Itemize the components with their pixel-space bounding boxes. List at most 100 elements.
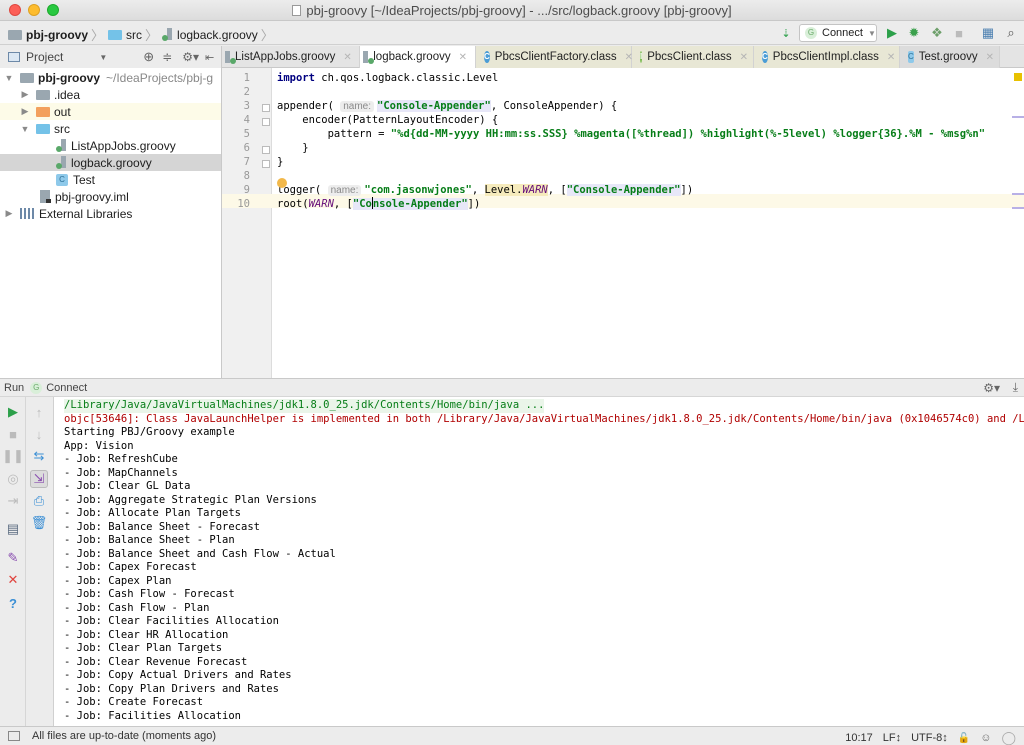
module-icon	[20, 72, 34, 83]
groovy-file-icon	[56, 156, 66, 169]
tree-item-pbj-groovy[interactable]: ▼ pbj-groovy ~/IdeaProjects/pbj-g	[0, 69, 221, 86]
line-number: 8	[243, 170, 250, 182]
breadcrumb-item-file[interactable]: logback.groovy	[162, 28, 258, 42]
tab-pbcsclient[interactable]: I PbcsClient.class ✕	[632, 46, 754, 68]
hide-panel-icon[interactable]: ⤓	[1013, 380, 1018, 395]
source-folder-icon	[108, 29, 123, 40]
editor-gutter[interactable]: 1 2 3 4 5 6 7 8 9 10	[222, 68, 272, 378]
clear-all-button[interactable]: 🗑	[30, 514, 48, 532]
fold-toggle-icon[interactable]	[262, 118, 270, 126]
tree-item-iml[interactable]: pbj-groovy.iml	[0, 188, 221, 205]
project-panel-header: Project ▼ ⊕ ≑ ⚙▾ ⇤	[0, 46, 222, 68]
intention-bulb-icon[interactable]	[277, 178, 287, 188]
tree-item-src[interactable]: ▼ src	[0, 120, 221, 137]
sort-icon[interactable]: ⇣	[778, 25, 794, 41]
tree-item-external-libraries[interactable]: ▶ External Libraries	[0, 205, 221, 222]
status-message[interactable]: All files are up-to-date (moments ago)	[32, 730, 216, 742]
pause-button[interactable]: ❚❚	[2, 447, 24, 465]
line-number: 3	[243, 100, 250, 112]
soft-wrap-button[interactable]: ⇆	[30, 447, 48, 465]
project-structure-button[interactable]: ▦	[980, 25, 996, 41]
pin-tab-button[interactable]: ✎	[4, 549, 22, 567]
breadcrumb-separator: 〉	[145, 28, 159, 43]
stop-button[interactable]: ■	[951, 25, 967, 41]
groovy-config-icon: G	[30, 381, 43, 394]
expand-arrow-icon[interactable]: ▼	[20, 124, 30, 134]
toggle-tool-windows-icon[interactable]	[8, 731, 20, 741]
locate-file-icon[interactable]: ⊕	[143, 49, 154, 65]
debug-button[interactable]: ✹	[906, 25, 922, 41]
exit-button[interactable]: ⇥	[4, 492, 22, 510]
close-tab-icon[interactable]: ✕	[343, 52, 351, 63]
code-line-10: root(WARN, ["Console-Appender"])	[277, 197, 481, 210]
inspection-status-icon[interactable]	[1014, 73, 1022, 81]
help-button[interactable]: ?	[4, 594, 22, 612]
previous-occurrence-button[interactable]: ↑	[30, 403, 48, 421]
code-editor[interactable]: import ch.qos.logback.classic.Level appe…	[272, 68, 1024, 378]
breadcrumb-separator: 〉	[91, 28, 105, 43]
breadcrumb-item-project[interactable]: pbj-groovy	[8, 28, 88, 42]
collapse-all-icon[interactable]: ≑	[162, 50, 172, 64]
console-line: - Job: Clear Facilities Allocation	[64, 615, 279, 627]
tree-item-listappjobs[interactable]: ListAppJobs.groovy	[0, 137, 221, 154]
groovy-config-icon: G	[805, 27, 817, 39]
fold-toggle-icon[interactable]	[262, 146, 270, 154]
close-tab-icon[interactable]: ✕	[986, 52, 994, 63]
rerun-button[interactable]: ▶	[4, 403, 22, 421]
close-tab-icon[interactable]: ✕	[459, 52, 467, 63]
console-line: - Job: Allocate Plan Targets	[64, 507, 242, 519]
next-occurrence-button[interactable]: ↓	[30, 425, 48, 443]
run-console[interactable]: /Library/Java/JavaVirtualMachines/jdk1.8…	[54, 397, 1024, 726]
tab-pbcsclientfactory[interactable]: C PbcsClientFactory.class ✕	[476, 46, 633, 68]
breadcrumb-item-src[interactable]: src	[108, 28, 142, 42]
print-button[interactable]: ⎙	[30, 492, 48, 510]
lock-icon[interactable]: 🔓	[958, 733, 970, 744]
scroll-to-end-button[interactable]: ⇲	[30, 470, 48, 488]
line-number: 4	[243, 114, 250, 126]
error-stripe-marker[interactable]	[1012, 193, 1024, 195]
class-icon: C	[484, 51, 490, 63]
event-log-icon[interactable]: ◯	[1001, 730, 1016, 745]
run-configuration-select[interactable]: G Connect ▼	[799, 24, 877, 42]
coverage-button[interactable]: ❖	[929, 25, 945, 41]
tab-logback[interactable]: logback.groovy ✕	[360, 46, 476, 68]
run-button[interactable]: ▶	[884, 25, 900, 41]
console-line: objc[53646]: Class JavaLaunchHelper is i…	[64, 412, 1024, 425]
console-line: - Job: Clear GL Data	[64, 480, 191, 492]
dump-threads-button[interactable]: ◎	[4, 470, 22, 488]
tree-item-idea[interactable]: ▶ .idea	[0, 86, 221, 103]
tree-item-logback[interactable]: logback.groovy	[0, 154, 221, 171]
caret-position[interactable]: 10:17	[845, 732, 873, 744]
tree-item-out[interactable]: ▶ out	[0, 103, 221, 120]
console-line: - Job: Clear HR Allocation	[64, 628, 229, 641]
gear-icon[interactable]: ⚙▾	[182, 50, 199, 64]
stop-button[interactable]: ■	[4, 425, 22, 443]
fold-toggle-icon[interactable]	[262, 160, 270, 168]
layout-button[interactable]: ▤	[4, 520, 22, 538]
collapse-arrow-icon[interactable]: ▶	[4, 208, 14, 219]
expand-arrow-icon[interactable]: ▼	[4, 73, 14, 83]
tab-pbcsclientimpl[interactable]: C PbcsClientImpl.class ✕	[754, 46, 900, 68]
line-separator-select[interactable]: LF↕	[883, 732, 901, 744]
fold-toggle-icon[interactable]	[262, 104, 270, 112]
gear-icon[interactable]: ⚙▾	[983, 381, 1000, 395]
error-stripe-marker[interactable]	[1012, 207, 1024, 209]
close-run-tab-button[interactable]: ✕	[4, 571, 22, 589]
close-tab-icon[interactable]: ✕	[740, 52, 748, 63]
error-stripe-marker[interactable]	[1012, 116, 1024, 118]
collapse-arrow-icon[interactable]: ▶	[20, 89, 30, 100]
hide-panel-icon[interactable]: ⇤	[205, 51, 214, 64]
close-tab-icon[interactable]: ✕	[887, 52, 895, 63]
search-button[interactable]: ⌕	[1003, 25, 1019, 41]
console-line: /Library/Java/JavaVirtualMachines/jdk1.8…	[64, 399, 545, 413]
tab-listappjobs[interactable]: ListAppJobs.groovy ✕	[222, 46, 360, 68]
tab-test-groovy[interactable]: C Test.groovy ✕	[900, 46, 1000, 68]
chevron-down-icon[interactable]: ▼	[99, 53, 107, 62]
collapse-arrow-icon[interactable]: ▶	[20, 106, 30, 117]
encoding-select[interactable]: UTF-8↕	[911, 732, 948, 744]
inspector-icon[interactable]: ☺	[980, 732, 991, 744]
project-view-select[interactable]: Project	[26, 50, 63, 64]
tree-item-test[interactable]: C Test	[0, 171, 221, 188]
run-config-tab[interactable]: Connect	[46, 382, 87, 394]
console-line: - Job: Create Forecast	[64, 696, 204, 708]
